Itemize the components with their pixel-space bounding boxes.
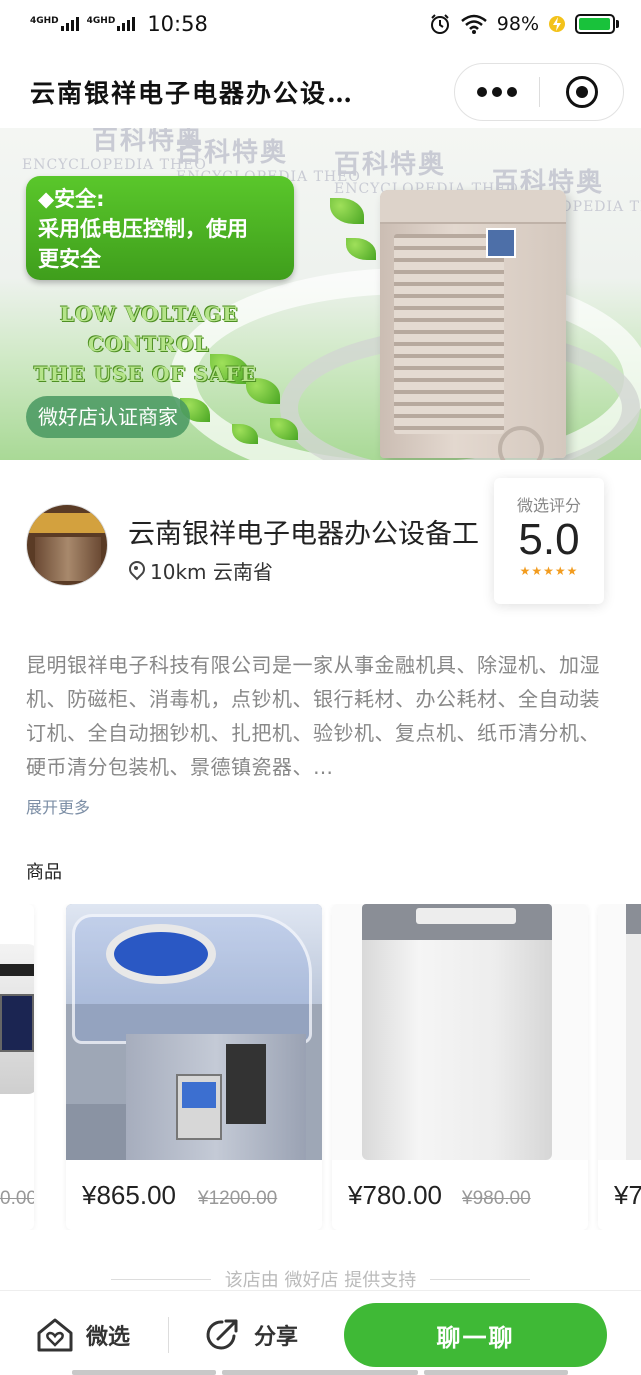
verified-merchant-badge: 微好店认证商家: [26, 396, 190, 438]
feature-text-2: 更安全: [38, 247, 101, 271]
product-image: [66, 904, 322, 1160]
product-price: ¥780.00: [348, 1180, 442, 1210]
feature-callout: ◆安全: 采用低电压控制，使用 更安全: [26, 176, 294, 280]
shop-banner[interactable]: 百科特奥 ENCYCLOPEDIA THEO 百科特奥 ENCYCLOPEDIA…: [0, 128, 641, 460]
divider-line: [110, 1278, 211, 1280]
home-indicator: [222, 1370, 418, 1375]
battery-icon: [575, 14, 619, 34]
rating-label: 微选评分: [516, 496, 581, 515]
favorite-label: 微选: [86, 1325, 131, 1350]
network-label-2: 4GHD: [86, 16, 116, 26]
product-card[interactable]: 0.00: [0, 904, 34, 1230]
product-original-price: ¥1200.00: [198, 1188, 278, 1209]
share-label: 分享: [254, 1325, 299, 1350]
shop-info: 云南银祥电子电器办公设备工 10km 云南省 微选评分 5.0 ★★★★★: [0, 460, 641, 630]
signal-icon: 4GHD: [30, 17, 79, 31]
powered-by-note: 该店由 微好店 提供支持: [0, 1266, 641, 1292]
home-indicator: [424, 1370, 568, 1375]
page-title: 云南银祥电子电器办公设…: [30, 79, 355, 108]
english-slogan-1: LOW VOLTAGE: [60, 302, 239, 326]
shop-heart-icon: [37, 1318, 73, 1352]
chat-button[interactable]: 聊一聊: [344, 1303, 607, 1367]
share-icon: [206, 1319, 238, 1350]
close-button[interactable]: [540, 76, 623, 108]
product-image: [0, 904, 34, 1160]
status-left: 4GHD 4GHD 10:58: [30, 12, 208, 36]
title-bar: 云南银祥电子电器办公设…: [0, 60, 641, 126]
network-label-1: 4GHD: [30, 16, 59, 26]
feature-text-1: 采用低电压控制，使用: [38, 217, 248, 241]
product-card[interactable]: ¥7: [598, 904, 641, 1230]
shop-name: 云南银祥电子电器办公设备工: [128, 519, 479, 550]
products-section-title: 商品: [26, 862, 62, 883]
battery-percent: 98%: [496, 13, 539, 35]
favorite-button[interactable]: 微选: [36, 1317, 130, 1353]
bottom-divider: [168, 1317, 169, 1353]
product-original-price: ¥980.00: [462, 1188, 531, 1209]
location-pin-icon: [128, 561, 144, 581]
shop-description: 昆明银祥电子科技有限公司是一家从事金融机具、除湿机、加湿机、防磁柜、消毒机，点钞…: [26, 653, 600, 779]
status-bar: 4GHD 4GHD 10:58 98%: [0, 0, 641, 48]
english-slogan-3: THE USE OF SAFE: [34, 362, 258, 386]
more-button[interactable]: [455, 64, 539, 120]
alarm-icon: [430, 14, 449, 34]
charging-icon: [549, 16, 565, 32]
dehumidifier-image: [380, 190, 566, 460]
product-image: [332, 904, 588, 1160]
rating-stars-icon: ★★★★★: [519, 564, 579, 578]
bottom-action-bar: 微选 分享 聊一聊: [0, 1290, 641, 1375]
product-card[interactable]: ¥865.00 ¥1200.00: [66, 904, 322, 1230]
mini-program-capsule: [454, 63, 624, 121]
product-image: [598, 904, 641, 1160]
product-carousel[interactable]: 0.00 ¥865.00 ¥1200.00 ¥780.00 ¥980.00 ¥7: [0, 904, 641, 1230]
product-price: ¥7: [614, 1180, 641, 1210]
leaf-decoration: [330, 198, 364, 224]
shop-location[interactable]: 10km 云南省: [128, 556, 273, 585]
product-card[interactable]: ¥780.00 ¥980.00: [332, 904, 588, 1230]
signal-icon-2: 4GHD: [87, 17, 136, 31]
status-right: 98%: [429, 13, 619, 35]
product-original-price: 0.00: [0, 1188, 34, 1209]
wifi-icon: [460, 14, 487, 34]
english-slogan-2: CONTROL: [88, 332, 210, 356]
divider-line: [430, 1278, 531, 1280]
rating-value: 5.0: [518, 515, 580, 564]
more-dots-icon: [477, 87, 487, 97]
shop-avatar[interactable]: [26, 504, 108, 586]
home-indicator: [72, 1370, 216, 1375]
product-price: ¥865.00: [82, 1180, 176, 1210]
rating-card: 微选评分 5.0 ★★★★★: [494, 478, 604, 604]
expand-more-link[interactable]: 展开更多: [26, 794, 90, 818]
clock: 10:58: [147, 12, 208, 36]
support-text: 该店由 微好店 提供支持: [224, 1270, 417, 1291]
share-button[interactable]: 分享: [204, 1317, 298, 1353]
feature-title: ◆安全:: [38, 187, 105, 211]
target-close-icon: [565, 76, 598, 108]
location-text: 10km 云南省: [150, 560, 273, 584]
leaf-decoration: [346, 238, 376, 260]
